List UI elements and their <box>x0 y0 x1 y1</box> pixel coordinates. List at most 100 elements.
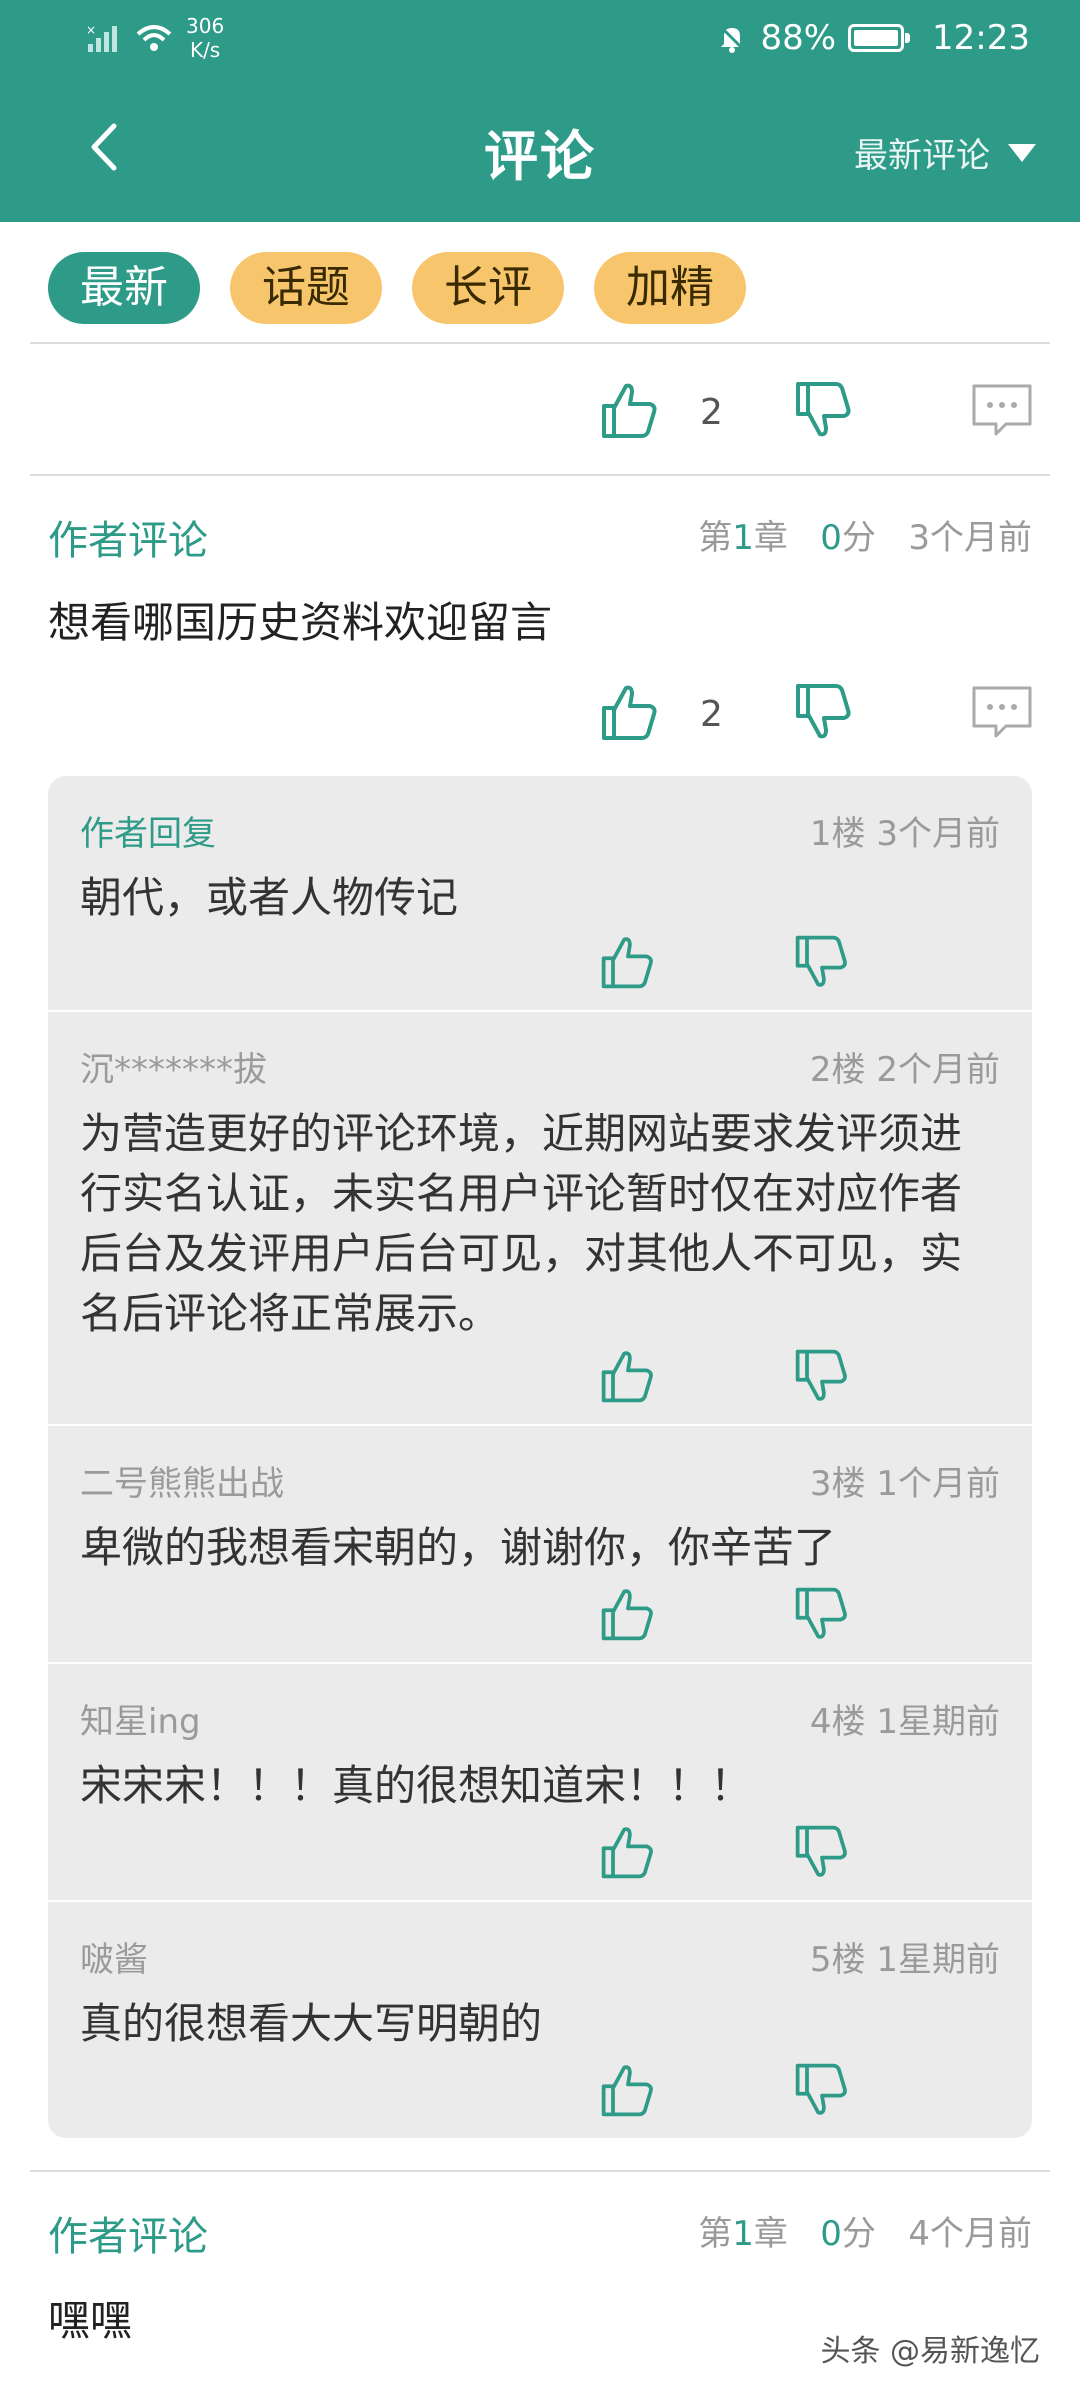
reply-item: 作者回复 1楼 3个月前 朝代，或者人物传记 <box>48 776 1032 1012</box>
thumb-up-icon[interactable] <box>598 932 658 992</box>
wifi-icon <box>136 25 172 51</box>
comment-tag: 作者评论 <box>48 2214 208 2260</box>
battery-fill <box>854 30 899 46</box>
reply-text: 朝代，或者人物传记 <box>80 873 459 922</box>
reply-floor: 1楼 <box>809 814 866 854</box>
divider <box>30 342 1050 344</box>
reply-time: 1星期前 <box>876 1702 1000 1742</box>
reply-meta: 4楼 1星期前 <box>810 1694 1000 1743</box>
reply-text: 卑微的我想看宋朝的，谢谢你，你辛苦了 <box>80 1523 837 1572</box>
net-speed-value: 306 <box>186 14 225 38</box>
sort-label: 最新评论 <box>854 136 990 176</box>
chip-featured[interactable]: 加精 <box>594 252 746 324</box>
comment-time: 3个月前 <box>908 518 1032 558</box>
net-speed-unit: K/s <box>189 38 221 62</box>
like-count: 2 <box>700 694 723 735</box>
comment-meta: 第1章 0分 3个月前 <box>698 510 1032 559</box>
divider <box>30 474 1050 476</box>
reply-floor: 5楼 <box>809 1940 866 1980</box>
score-number: 0 <box>820 2214 842 2254</box>
bell-muted-icon <box>719 24 746 53</box>
reply-icon[interactable] <box>970 378 1034 442</box>
reply-floor: 2楼 <box>809 1050 866 1090</box>
thumb-up-icon[interactable] <box>598 1584 658 1644</box>
chapter-suffix: 章 <box>753 518 788 558</box>
reply-item: 啵酱 5楼 1星期前 真的很想看大大写明朝的 <box>48 1902 1032 2138</box>
caret-down-icon <box>1008 143 1036 162</box>
thumb-up-icon[interactable] <box>598 2060 658 2120</box>
chapter-prefix: 第 <box>698 518 733 558</box>
reply-time: 1星期前 <box>876 1940 1000 1980</box>
status-left: × 306 K/s <box>86 14 224 62</box>
watermark: 头条 @易新逸忆 <box>820 2334 1040 2369</box>
reply-time: 1个月前 <box>876 1464 1000 1504</box>
score-suffix: 分 <box>841 518 876 558</box>
reply-time: 3个月前 <box>876 814 1000 854</box>
app-header: × 306 K/s 88% 12:23 评论 最新评论 <box>0 0 1080 222</box>
chapter-suffix: 章 <box>753 2214 788 2254</box>
reply-icon[interactable] <box>970 680 1034 744</box>
score-suffix: 分 <box>841 2214 876 2254</box>
thumb-down-icon[interactable] <box>792 1822 852 1882</box>
comment-text: 想看哪国历史资料欢迎留言 <box>48 598 553 647</box>
thumb-up-icon[interactable] <box>598 680 662 744</box>
reply-author: 作者回复 <box>80 814 216 854</box>
reply-actions <box>48 1822 1032 1892</box>
chapter-number: 1 <box>732 2214 754 2254</box>
filter-chips: 最新 话题 长评 加精 <box>48 252 746 324</box>
comment-meta: 第1章 0分 4个月前 <box>698 2206 1032 2255</box>
thumb-up-icon[interactable] <box>598 1346 658 1406</box>
thumb-down-icon[interactable] <box>792 1346 852 1406</box>
battery-percent: 88% <box>760 18 837 58</box>
reply-meta: 2楼 2个月前 <box>810 1042 1000 1091</box>
reply-author: 啵酱 <box>80 1940 148 1980</box>
reply-item: 沉*******拔 2楼 2个月前 为营造更好的评论环境，近期网站要求发评须进行… <box>48 1012 1032 1426</box>
chip-long-review[interactable]: 长评 <box>412 252 564 324</box>
divider <box>30 2170 1050 2172</box>
thumb-down-icon[interactable] <box>792 378 856 442</box>
thumb-down-icon[interactable] <box>792 680 856 744</box>
status-bar: × 306 K/s 88% 12:23 <box>0 0 1080 80</box>
sort-dropdown[interactable]: 最新评论 <box>854 128 1036 177</box>
comment-actions: 2 <box>0 680 1080 750</box>
comment-tag: 作者评论 <box>48 518 208 564</box>
reply-author: 沉*******拔 <box>80 1050 267 1090</box>
reply-actions <box>48 1584 1032 1654</box>
chip-latest[interactable]: 最新 <box>48 252 200 324</box>
reply-meta: 3楼 1个月前 <box>810 1456 1000 1505</box>
thumb-down-icon[interactable] <box>792 932 852 992</box>
reply-text: 为营造更好的评论环境，近期网站要求发评须进行实名认证，未实名用户评论暂时仅在对应… <box>80 1109 963 1338</box>
reply-floor: 3楼 <box>809 1464 866 1504</box>
reply-actions <box>48 932 1032 1002</box>
signal-icon: × <box>86 23 117 52</box>
thumb-down-icon[interactable] <box>792 2060 852 2120</box>
battery-icon <box>848 24 911 52</box>
like-count: 2 <box>700 392 723 433</box>
comment-actions: 2 <box>0 378 1080 448</box>
reply-list: 作者回复 1楼 3个月前 朝代，或者人物传记 沉*******拔 2楼 2个月前… <box>48 776 1032 2138</box>
reply-meta: 1楼 3个月前 <box>810 806 1000 855</box>
reply-floor: 4楼 <box>809 1702 866 1742</box>
reply-actions <box>48 2060 1032 2130</box>
reply-item: 二号熊熊出战 3楼 1个月前 卑微的我想看宋朝的，谢谢你，你辛苦了 <box>48 1426 1032 1664</box>
thumb-up-icon[interactable] <box>598 1822 658 1882</box>
svg-text:×: × <box>86 23 96 37</box>
chapter-prefix: 第 <box>698 2214 733 2254</box>
reply-author: 知星ing <box>80 1702 201 1742</box>
score-number: 0 <box>820 518 842 558</box>
thumb-up-icon[interactable] <box>598 378 662 442</box>
reply-text: 真的很想看大大写明朝的 <box>80 1999 543 2048</box>
chapter-number: 1 <box>732 518 754 558</box>
reply-author: 二号熊熊出战 <box>80 1464 284 1504</box>
reply-text: 宋宋宋！！！真的很想知道宋！！！ <box>80 1761 753 1810</box>
chip-topic[interactable]: 话题 <box>230 252 382 324</box>
reply-actions <box>48 1346 1032 1416</box>
reply-item: 知星ing 4楼 1星期前 宋宋宋！！！真的很想知道宋！！！ <box>48 1664 1032 1902</box>
thumb-down-icon[interactable] <box>792 1584 852 1644</box>
reply-meta: 5楼 1星期前 <box>810 1932 1000 1981</box>
reply-time: 2个月前 <box>876 1050 1000 1090</box>
net-speed: 306 K/s <box>186 14 224 62</box>
clock: 12:23 <box>932 18 1030 58</box>
status-right: 88% 12:23 <box>716 18 1030 58</box>
comment-time: 4个月前 <box>908 2214 1032 2254</box>
